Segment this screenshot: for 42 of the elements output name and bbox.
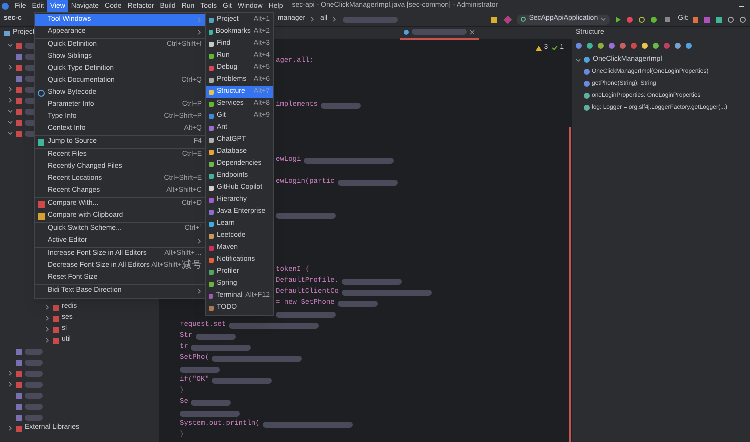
- chevron-icon[interactable]: [45, 305, 50, 310]
- file-icon: [16, 76, 22, 82]
- chevron-icon[interactable]: [8, 109, 13, 114]
- blurred-text: [25, 382, 43, 388]
- blurred-text: [25, 348, 43, 354]
- chevron-icon: [332, 17, 337, 22]
- blurred-text: [25, 370, 43, 376]
- chevron-icon[interactable]: [8, 43, 13, 48]
- chevron-icon: [310, 17, 315, 22]
- blurred-text: [25, 360, 43, 366]
- file-icon: [16, 54, 22, 60]
- class-icon: [584, 57, 590, 63]
- folder-icon: [4, 31, 10, 36]
- folder-icon: [16, 426, 22, 432]
- chevron-icon[interactable]: [45, 316, 50, 321]
- chevron-icon[interactable]: [45, 327, 50, 332]
- chevron-icon[interactable]: [45, 338, 50, 343]
- warning-icon: [536, 46, 542, 51]
- chevron-icon[interactable]: [576, 58, 581, 62]
- folder-icon: [16, 64, 22, 70]
- chevron-icon[interactable]: [8, 131, 13, 136]
- blurred-text: [412, 29, 467, 35]
- stop-icon[interactable]: [665, 17, 670, 22]
- chevron-icon[interactable]: [8, 426, 13, 431]
- blurred-text: [25, 404, 43, 410]
- chevron-icon[interactable]: [8, 371, 13, 376]
- debug-icon[interactable]: [627, 16, 634, 22]
- close-icon[interactable]: [470, 30, 475, 34]
- chevron-icon[interactable]: [8, 87, 13, 92]
- class-icon: [404, 30, 409, 34]
- blurred-text: [342, 16, 398, 22]
- app-icon[interactable]: [2, 3, 9, 10]
- chevron-icon[interactable]: [8, 120, 13, 125]
- blurred-text: [25, 414, 43, 420]
- chevron-icon[interactable]: [8, 98, 13, 103]
- editor-tab[interactable]: [400, 26, 479, 40]
- blurred-text: [25, 392, 43, 398]
- chevron-icon[interactable]: [8, 382, 13, 387]
- caret-icon: [601, 17, 606, 22]
- folder-icon: [16, 42, 22, 48]
- check-icon: [552, 45, 558, 52]
- chevron-icon[interactable]: [8, 65, 13, 70]
